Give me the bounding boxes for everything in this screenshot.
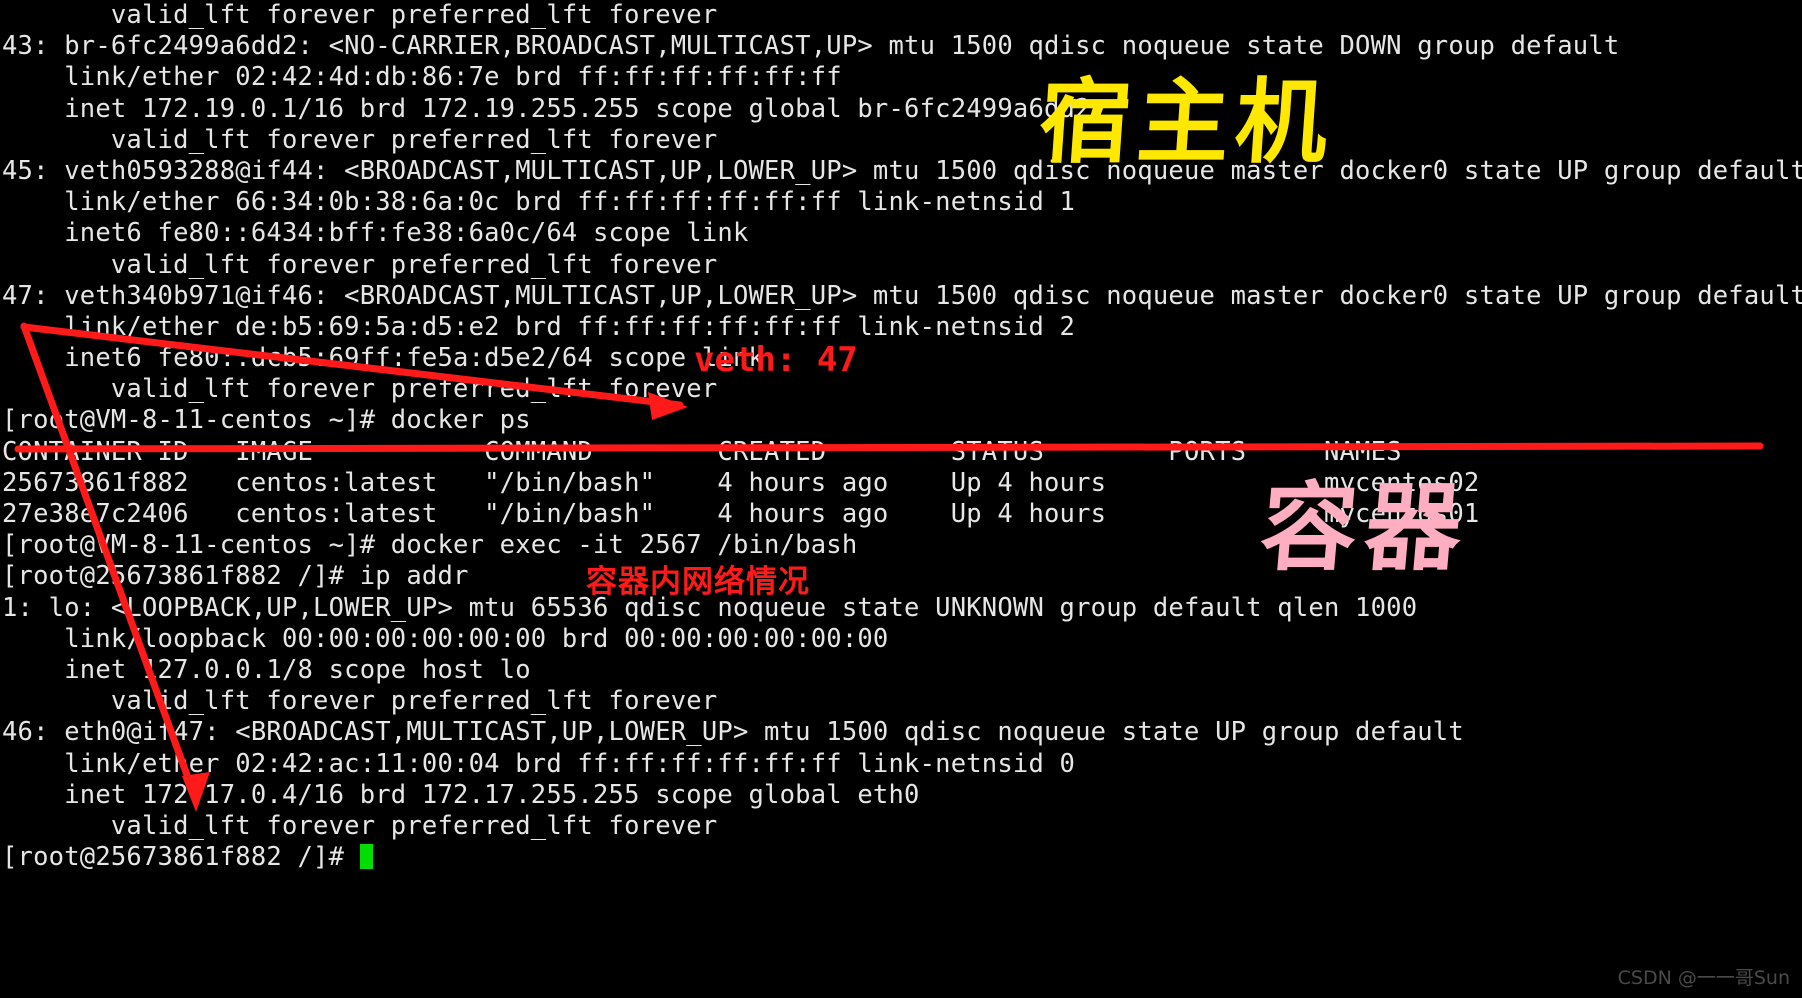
- annotation-container: 容器: [1256, 472, 1475, 584]
- terminal-line: link/ether 02:42:4d:db:86:7e brd ff:ff:f…: [2, 62, 842, 93]
- terminal-prompt-line[interactable]: [root@25673861f882 /]#: [0, 842, 1802, 873]
- terminal-line: 46: eth0@if47: <BROADCAST,MULTICAST,UP,L…: [2, 717, 1464, 748]
- csdn-watermark: CSDN @一一哥Sun: [1617, 967, 1790, 989]
- terminal-line: valid_lft forever preferred_lft forever: [2, 374, 718, 405]
- annotation-container-network-info: 容器内网络情况: [586, 564, 810, 600]
- terminal-line-command: [root@25673861f882 /]# ip addr: [2, 561, 469, 592]
- terminal-line: link/ether de:b5:69:5a:d5:e2 brd ff:ff:f…: [2, 311, 1076, 342]
- docker-ps-header-row: CONTAINER ID IMAGE COMMAND CREATED STATU…: [2, 436, 1402, 467]
- terminal-line: inet 127.0.0.1/8 scope host lo: [2, 654, 531, 685]
- shell-prompt: [root@25673861f882 /]#: [2, 842, 360, 873]
- terminal-line: inet 172.17.0.4/16 brd 172.17.255.255 sc…: [2, 779, 920, 810]
- terminal-line-command: [root@VM-8-11-centos ~]# docker ps: [2, 405, 531, 436]
- terminal-line: inet6 fe80::6434:bff:fe38:6a0c/64 scope …: [2, 218, 749, 249]
- terminal-line: valid_lft forever preferred_lft forever: [2, 686, 718, 717]
- terminal-line: 1: lo: <LOOPBACK,UP,LOWER_UP> mtu 65536 …: [2, 592, 1418, 623]
- terminal-screenshot: valid_lft forever preferred_lft forever …: [0, 0, 1802, 998]
- annotation-host-machine: 宿主机: [1035, 69, 1338, 176]
- terminal-line: link/ether 02:42:ac:11:00:04 brd ff:ff:f…: [2, 748, 1076, 779]
- terminal-line: 43: br-6fc2499a6dd2: <NO-CARRIER,BROADCA…: [2, 31, 1620, 62]
- terminal-line: link/loopback 00:00:00:00:00:00 brd 00:0…: [2, 623, 889, 654]
- terminal-line: inet 172.19.0.1/16 brd 172.19.255.255 sc…: [2, 93, 1091, 124]
- terminal-line-command: [root@VM-8-11-centos ~]# docker exec -it…: [2, 530, 858, 561]
- annotation-veth-47: veth: 47: [694, 340, 858, 380]
- docker-ps-row: 25673861f882 centos:latest "/bin/bash" 4…: [2, 467, 1480, 498]
- terminal-output[interactable]: valid_lft forever preferred_lft forever …: [0, 0, 1802, 873]
- docker-ps-row: 27e38e7c2406 centos:latest "/bin/bash" 4…: [2, 499, 1480, 529]
- terminal-line: valid_lft forever preferred_lft forever: [2, 0, 718, 30]
- terminal-line: link/ether 66:34:0b:38:6a:0c brd ff:ff:f…: [2, 187, 1076, 218]
- terminal-line: valid_lft forever preferred_lft forever: [2, 810, 718, 841]
- terminal-line: inet6 fe80::dcb5:69ff:fe5a:d5e2/64 scope…: [2, 343, 765, 374]
- terminal-line: 45: veth0593288@if44: <BROADCAST,MULTICA…: [2, 155, 1802, 186]
- terminal-line: 47: veth340b971@if46: <BROADCAST,MULTICA…: [2, 280, 1802, 311]
- terminal-line: valid_lft forever preferred_lft forever: [2, 124, 718, 155]
- terminal-line: valid_lft forever preferred_lft forever: [2, 249, 718, 280]
- text-cursor: [359, 844, 373, 870]
